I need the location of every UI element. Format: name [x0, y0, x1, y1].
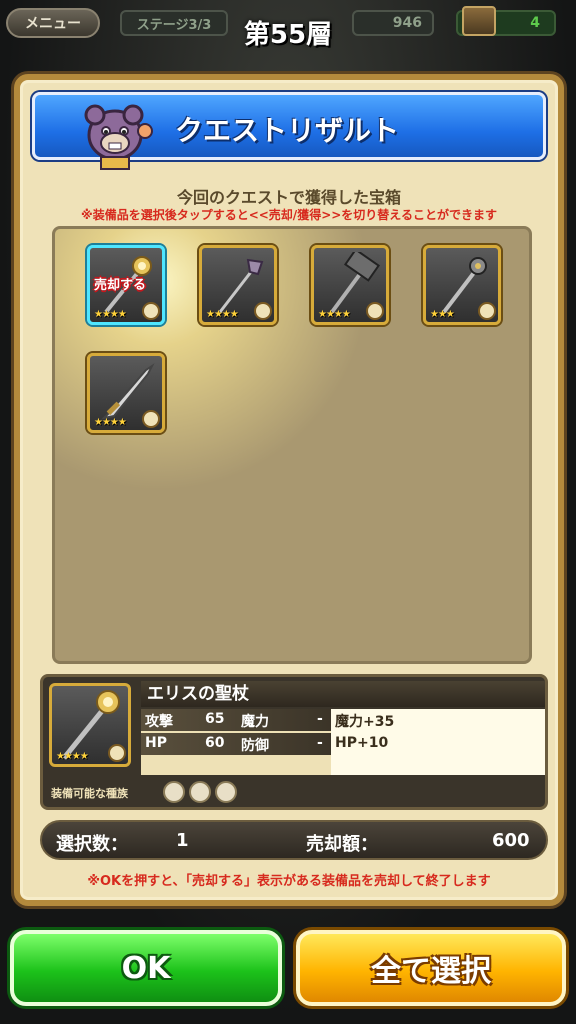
item-card[interactable]: ★★★★: [199, 245, 277, 325]
selected-count-value: 1: [176, 830, 189, 851]
staff-type-icon: [254, 302, 272, 320]
rewards-subtitle: 今回のクエストで獲得した宝箱: [176, 188, 401, 207]
item-effects: 魔力+35 HP+10: [331, 709, 545, 775]
ok-button[interactable]: OK: [10, 930, 282, 1006]
item-card[interactable]: 売却する ★★★★: [87, 245, 165, 325]
floor-title: 第55層: [243, 20, 333, 50]
selected-count-label: 選択数：: [56, 834, 128, 855]
hp-label: HP: [145, 735, 167, 751]
staff-type-icon: [142, 302, 160, 320]
race-icon: [215, 781, 237, 803]
rarity-stars: ★★★★: [56, 751, 89, 762]
top-bar: メニュー ステージ3/3 946 4 第55層: [0, 0, 576, 50]
rarity-stars: ★★★★: [94, 309, 127, 320]
rarity-stars: ★★★★: [318, 309, 351, 320]
select-all-button[interactable]: 全て選択: [296, 930, 566, 1006]
detail-thumbnail: ★★★★: [49, 683, 131, 767]
menu-button[interactable]: メニュー: [6, 8, 100, 38]
magic-label: 魔力: [241, 714, 269, 730]
axe-type-icon: [366, 302, 384, 320]
race-icon: [163, 781, 185, 803]
sell-tag: 売却する: [94, 278, 147, 293]
toggle-instruction: ※装備品を選択後タップすると<<売却/獲得>>を切り替えることができます: [81, 208, 497, 222]
mascot-icon: [84, 104, 153, 170]
equipable-races-label: 装備可能な種族: [51, 787, 128, 800]
sell-price-value: 600: [492, 830, 530, 851]
stat-row: HP 60 防御 -: [141, 733, 331, 755]
magic-value: -: [317, 711, 323, 727]
item-stats: 攻撃 65 魔力 - HP 60 防御 -: [141, 709, 331, 775]
attack-value: 65: [205, 711, 225, 727]
item-card[interactable]: ★★★★: [87, 353, 165, 433]
reward-items-area: 売却する ★★★★ ★★★★ ★★★★ ★★★ ★★★★: [52, 226, 532, 664]
race-icon: [189, 781, 211, 803]
treasure-chest-icon: [462, 6, 496, 36]
hp-value: 60: [205, 735, 225, 751]
effect-line: HP+10: [335, 735, 389, 751]
sell-summary: 選択数： 1 売却額： 600: [40, 820, 548, 860]
rarity-stars: ★★★★: [206, 309, 239, 320]
item-name: エリスの聖杖: [141, 681, 545, 707]
stat-row: 攻撃 65 魔力 -: [141, 709, 331, 731]
item-detail: ★★★★ エリスの聖杖 攻撃 65 魔力 - HP 60 防御 - 魔力+35 …: [40, 674, 548, 810]
staff-type-icon: [478, 302, 496, 320]
rarity-stars: ★★★★: [94, 417, 127, 428]
effect-line: 魔力+35: [335, 714, 395, 730]
sell-price-label: 売却額：: [306, 834, 378, 855]
panel-title: クエストリザルト: [175, 114, 400, 147]
item-card[interactable]: ★★★: [423, 245, 501, 325]
sword-type-icon: [142, 410, 160, 428]
item-card[interactable]: ★★★★: [311, 245, 389, 325]
quest-result-panel: クエストリザルト 今回のクエストで獲得した宝箱 ※装備品を選択後タップすると<<…: [14, 74, 564, 906]
rarity-stars: ★★★: [430, 309, 455, 320]
defense-value: -: [317, 735, 323, 751]
sell-warning-note: ※OKを押すと、「売却する」表示がある装備品を売却して終了します: [87, 874, 491, 889]
equipable-races: 装備可能な種族: [43, 779, 545, 805]
attack-label: 攻撃: [145, 714, 173, 730]
panel-header: クエストリザルト: [32, 92, 546, 170]
staff-type-icon: [108, 744, 126, 762]
defense-label: 防御: [241, 738, 269, 754]
